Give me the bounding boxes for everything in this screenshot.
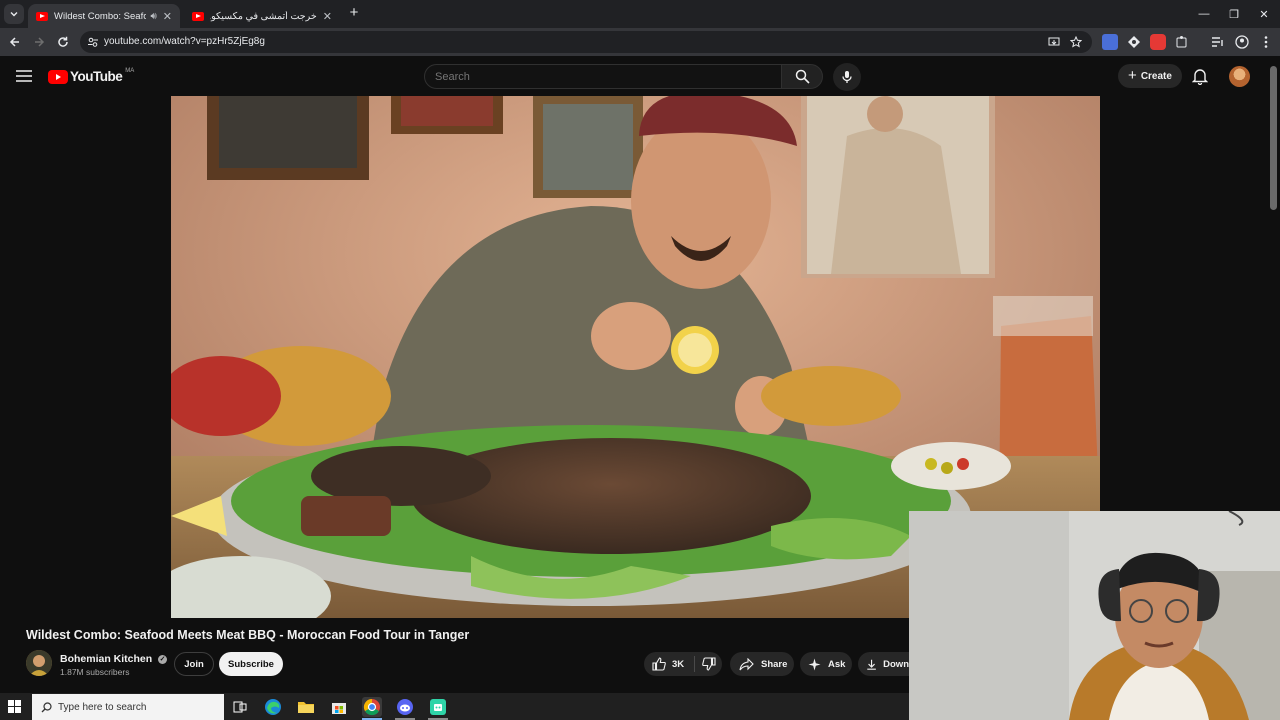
discord-icon[interactable]: [395, 697, 415, 717]
video-title: Wildest Combo: Seafood Meets Meat BBQ - …: [26, 628, 470, 642]
ask-label: Ask: [828, 658, 846, 670]
share-label: Share: [761, 658, 788, 670]
share-icon: [739, 657, 754, 670]
like-button[interactable]: 3K: [644, 652, 694, 676]
webcam-frame: [909, 511, 1280, 720]
youtube-favicon-icon: [192, 11, 204, 21]
ask-button[interactable]: Ask: [800, 652, 852, 676]
tab-title: خرجت أتمشى في مكسيكو... وتعرّ: [210, 10, 317, 22]
youtube-header: YouTube MA + Create: [0, 56, 1280, 96]
like-count: 3K: [672, 658, 685, 670]
channel-name-text: Bohemian Kitchen: [60, 653, 153, 665]
browser-tab[interactable]: خرجت أتمشى في مكسيكو... وتعرّ ✕: [184, 4, 340, 28]
dislike-button[interactable]: [695, 652, 722, 676]
extension-icon[interactable]: [1150, 34, 1166, 50]
share-button[interactable]: Share: [730, 652, 794, 676]
close-tab-icon[interactable]: ✕: [323, 10, 332, 23]
address-bar[interactable]: youtube.com/watch?v=pzHr5ZjEg8g: [80, 31, 1092, 53]
verified-check-icon: ✓: [158, 655, 168, 664]
like-dislike-group: 3K: [644, 652, 722, 676]
search-input[interactable]: [425, 65, 781, 89]
taskbar-search-placeholder: Type here to search: [58, 701, 147, 713]
extensions-puzzle-icon[interactable]: [1174, 34, 1190, 50]
page-scrollbar-thumb[interactable]: [1270, 66, 1277, 210]
microsoft-store-icon[interactable]: [329, 697, 349, 717]
bookmark-star-icon[interactable]: [1070, 36, 1082, 48]
plus-icon: +: [1128, 67, 1137, 84]
minimize-icon[interactable]: —: [1188, 0, 1220, 28]
subscribe-button[interactable]: Subscribe: [219, 652, 283, 676]
notifications-bell-icon[interactable]: [1192, 68, 1208, 85]
close-window-icon[interactable]: ✕: [1248, 0, 1280, 28]
tab-search-menu-button[interactable]: [4, 4, 24, 24]
microphone-icon: [842, 71, 852, 83]
browser-tab-active[interactable]: Wildest Combo: Seafood M 🔊︎ ✕: [28, 4, 180, 28]
youtube-logo[interactable]: YouTube MA: [48, 68, 135, 84]
create-label: Create: [1140, 70, 1172, 82]
youtube-logo-icon: [48, 69, 68, 84]
search-icon: [41, 702, 52, 713]
account-avatar[interactable]: [1229, 66, 1250, 87]
youtube-logo-text: YouTube: [70, 69, 123, 84]
browser-toolbar: youtube.com/watch?v=pzHr5ZjEg8g: [0, 28, 1280, 56]
download-icon: [867, 659, 876, 670]
reload-icon[interactable]: [53, 32, 73, 52]
task-view-icon[interactable]: [230, 697, 250, 717]
speaker-icon[interactable]: 🔊︎: [150, 11, 156, 22]
translate-extension-icon[interactable]: [1102, 34, 1118, 50]
profile-icon[interactable]: [1234, 34, 1250, 50]
url-text: youtube.com/watch?v=pzHr5ZjEg8g: [104, 36, 265, 47]
subscriber-count: 1.87M subscribers: [60, 667, 130, 677]
media-controls-icon[interactable]: [1210, 34, 1226, 50]
edge-browser-icon[interactable]: [263, 697, 283, 717]
search-box: [424, 64, 782, 89]
file-explorer-icon[interactable]: [296, 697, 316, 717]
chevron-down-icon: [10, 12, 18, 17]
forward-icon[interactable]: [29, 32, 49, 52]
webcam-overlay: [909, 511, 1280, 720]
site-info-icon[interactable]: [87, 36, 99, 48]
chrome-taskbar-icon[interactable]: [362, 697, 382, 717]
country-code: MA: [125, 68, 135, 74]
install-app-icon[interactable]: [1048, 36, 1060, 48]
thumbs-up-icon: [652, 657, 666, 671]
windows-start-icon[interactable]: [8, 700, 21, 713]
search-button[interactable]: [781, 64, 823, 89]
browser-tab-strip: Wildest Combo: Seafood M 🔊︎ ✕ خرجت أتمشى…: [0, 0, 1280, 28]
channel-avatar[interactable]: [26, 650, 52, 676]
sparkle-icon: [808, 658, 821, 670]
create-button[interactable]: + Create: [1118, 64, 1182, 88]
download-label: Down: [883, 658, 909, 670]
search-icon: [795, 69, 810, 84]
new-tab-icon[interactable]: +: [346, 5, 362, 21]
chrome-menu-icon[interactable]: [1258, 34, 1274, 50]
voice-search-button[interactable]: [833, 63, 861, 91]
youtube-favicon-icon: [36, 11, 48, 21]
join-button[interactable]: Join: [174, 652, 214, 676]
extension-icon[interactable]: [1126, 34, 1142, 50]
windows-taskbar: Type here to search: [0, 693, 909, 720]
app-taskbar-icon[interactable]: [428, 697, 448, 717]
tab-title: Wildest Combo: Seafood M: [54, 10, 147, 22]
back-icon[interactable]: [5, 32, 25, 52]
thumbs-down-icon: [701, 657, 716, 671]
close-tab-icon[interactable]: ✕: [163, 10, 172, 23]
taskbar-search-box[interactable]: Type here to search: [32, 694, 224, 720]
download-button[interactable]: Down: [858, 652, 909, 676]
channel-name[interactable]: Bohemian Kitchen ✓: [60, 653, 168, 665]
restore-icon[interactable]: ❐: [1218, 0, 1250, 28]
hamburger-menu-icon[interactable]: [15, 68, 33, 84]
